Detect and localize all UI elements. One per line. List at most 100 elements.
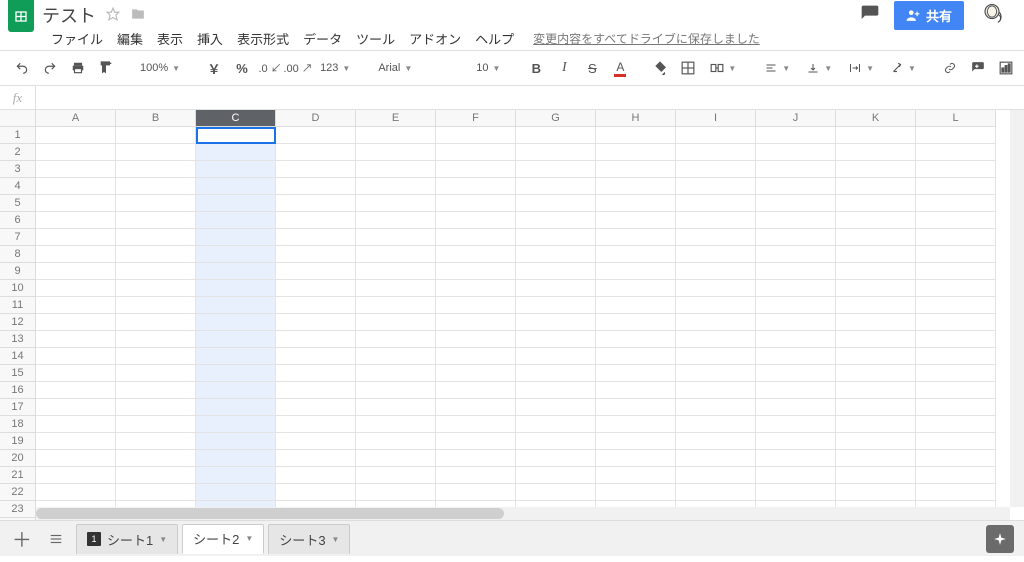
bold-icon[interactable]: B	[524, 55, 548, 81]
cell[interactable]	[596, 348, 676, 365]
cell[interactable]	[116, 195, 196, 212]
cell[interactable]	[836, 467, 916, 484]
cell[interactable]	[36, 280, 116, 297]
vertical-align-icon[interactable]: ▼	[800, 55, 838, 81]
cell[interactable]	[836, 433, 916, 450]
cell[interactable]	[836, 280, 916, 297]
cell[interactable]	[756, 297, 836, 314]
cell[interactable]	[756, 246, 836, 263]
cell[interactable]	[596, 382, 676, 399]
cell[interactable]	[756, 484, 836, 501]
cell[interactable]	[676, 161, 756, 178]
menu-help[interactable]: ヘルプ	[468, 29, 521, 48]
cell[interactable]	[196, 433, 276, 450]
cell[interactable]	[196, 467, 276, 484]
cell[interactable]	[276, 467, 356, 484]
cell[interactable]	[676, 467, 756, 484]
cell[interactable]	[276, 382, 356, 399]
cell[interactable]	[116, 161, 196, 178]
menu-data[interactable]: データ	[296, 29, 349, 48]
cell[interactable]	[756, 416, 836, 433]
cell[interactable]	[756, 314, 836, 331]
cell[interactable]	[916, 331, 996, 348]
explore-button[interactable]	[986, 525, 1014, 553]
cell[interactable]	[196, 348, 276, 365]
column-header[interactable]: K	[836, 110, 916, 127]
cell[interactable]	[916, 348, 996, 365]
cell[interactable]	[596, 263, 676, 280]
cell[interactable]	[596, 416, 676, 433]
document-title[interactable]: テスト	[42, 2, 96, 28]
cell[interactable]	[36, 229, 116, 246]
column-header[interactable]: F	[436, 110, 516, 127]
menu-format[interactable]: 表示形式	[230, 29, 296, 48]
cell[interactable]	[596, 399, 676, 416]
cell[interactable]	[116, 365, 196, 382]
row-header[interactable]: 15	[0, 365, 36, 382]
cell[interactable]	[756, 263, 836, 280]
row-header[interactable]: 19	[0, 433, 36, 450]
row-header[interactable]: 11	[0, 297, 36, 314]
scrollbar-thumb[interactable]	[36, 508, 504, 519]
row-header[interactable]: 18	[0, 416, 36, 433]
row-header[interactable]: 5	[0, 195, 36, 212]
cell[interactable]	[276, 450, 356, 467]
cell[interactable]	[276, 195, 356, 212]
cell[interactable]	[276, 280, 356, 297]
cell[interactable]	[916, 246, 996, 263]
currency-icon[interactable]: ￥	[202, 55, 226, 81]
cell[interactable]	[116, 297, 196, 314]
cell[interactable]	[676, 348, 756, 365]
cell[interactable]	[756, 280, 836, 297]
cell[interactable]	[276, 263, 356, 280]
cell[interactable]	[36, 348, 116, 365]
cell[interactable]	[116, 399, 196, 416]
cell[interactable]	[356, 314, 436, 331]
select-all-corner[interactable]	[0, 110, 36, 127]
cell[interactable]	[36, 450, 116, 467]
cell[interactable]	[196, 212, 276, 229]
cell[interactable]	[276, 161, 356, 178]
formula-input[interactable]	[36, 86, 1024, 109]
cell[interactable]	[756, 144, 836, 161]
cell[interactable]	[436, 416, 516, 433]
cell[interactable]	[596, 127, 676, 144]
cell[interactable]	[516, 467, 596, 484]
cell[interactable]	[356, 365, 436, 382]
cell[interactable]	[916, 195, 996, 212]
cell[interactable]	[916, 382, 996, 399]
redo-icon[interactable]	[38, 55, 62, 81]
undo-icon[interactable]	[10, 55, 34, 81]
cell[interactable]	[36, 263, 116, 280]
cell[interactable]	[276, 144, 356, 161]
cell[interactable]	[676, 416, 756, 433]
cell[interactable]	[596, 433, 676, 450]
cell[interactable]	[116, 246, 196, 263]
menu-view[interactable]: 表示	[150, 29, 190, 48]
cell[interactable]	[516, 212, 596, 229]
cell[interactable]	[836, 365, 916, 382]
cell[interactable]	[276, 229, 356, 246]
cell[interactable]	[436, 382, 516, 399]
row-header[interactable]: 16	[0, 382, 36, 399]
zoom-dropdown[interactable]: 100%▼	[134, 55, 186, 81]
cell[interactable]	[916, 484, 996, 501]
cell[interactable]	[356, 348, 436, 365]
cell[interactable]	[356, 416, 436, 433]
cell[interactable]	[916, 263, 996, 280]
row-header[interactable]: 9	[0, 263, 36, 280]
row-header[interactable]: 14	[0, 348, 36, 365]
cell[interactable]	[676, 450, 756, 467]
cell[interactable]	[356, 178, 436, 195]
cell[interactable]	[36, 212, 116, 229]
cell[interactable]	[516, 331, 596, 348]
cell[interactable]	[516, 144, 596, 161]
cell[interactable]	[516, 416, 596, 433]
cell[interactable]	[836, 212, 916, 229]
cell[interactable]	[756, 467, 836, 484]
vertical-scrollbar[interactable]	[1010, 110, 1024, 507]
cell[interactable]	[676, 195, 756, 212]
cell[interactable]	[836, 484, 916, 501]
cell[interactable]	[916, 450, 996, 467]
cell[interactable]	[516, 399, 596, 416]
